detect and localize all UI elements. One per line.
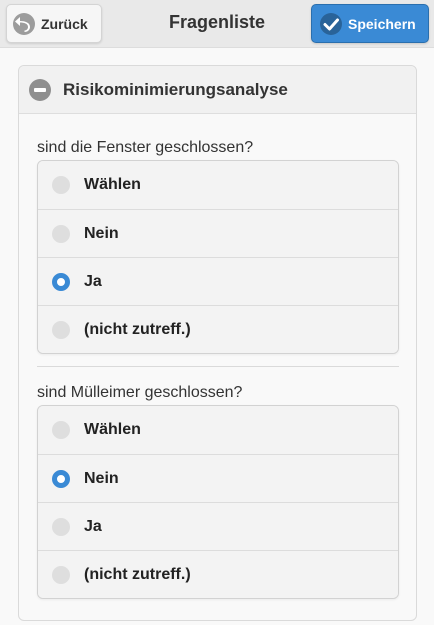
- option-label: Ja: [84, 273, 102, 290]
- radio-button-selected[interactable]: [52, 273, 70, 291]
- option-label: Wählen: [84, 421, 141, 438]
- option-label: (nicht zutreff.): [84, 321, 191, 338]
- minus-circle-icon: [29, 79, 51, 101]
- question-1-text: sind die Fenster geschlossen?: [37, 139, 254, 156]
- radio-button[interactable]: [52, 566, 70, 584]
- option-label: (nicht zutreff.): [84, 566, 191, 583]
- option-label: Ja: [84, 518, 102, 535]
- collapsible-section: Risikominimierungsanalyse sind die Fenst…: [18, 65, 417, 621]
- option-label: Nein: [84, 470, 119, 487]
- question-1-options: Wählen Nein Ja (nicht zutreff.): [37, 160, 399, 354]
- radio-button[interactable]: [52, 518, 70, 536]
- radio-option[interactable]: (nicht zutreff.): [38, 305, 398, 353]
- header-toolbar: Zurück Fragenliste Speichern: [0, 0, 434, 48]
- question-2-options: Wählen Nein Ja (nicht zutreff.): [37, 405, 399, 599]
- radio-option[interactable]: Ja: [38, 502, 398, 550]
- divider: [37, 366, 399, 367]
- option-label: Nein: [84, 225, 119, 242]
- radio-button[interactable]: [52, 176, 70, 194]
- question-2-text: sind Mülleimer geschlossen?: [37, 384, 243, 401]
- check-icon: [320, 13, 342, 35]
- option-label: Wählen: [84, 176, 141, 193]
- radio-option[interactable]: Wählen: [38, 161, 398, 209]
- save-button[interactable]: Speichern: [311, 4, 429, 43]
- radio-button-selected[interactable]: [52, 470, 70, 488]
- radio-button[interactable]: [52, 421, 70, 439]
- radio-button[interactable]: [52, 225, 70, 243]
- radio-option[interactable]: Nein: [38, 454, 398, 502]
- section-header[interactable]: Risikominimierungsanalyse: [19, 66, 416, 114]
- radio-button[interactable]: [52, 321, 70, 339]
- radio-option[interactable]: (nicht zutreff.): [38, 550, 398, 598]
- radio-option[interactable]: Ja: [38, 257, 398, 305]
- radio-option[interactable]: Nein: [38, 209, 398, 257]
- save-button-label: Speichern: [348, 16, 416, 32]
- section-title: Risikominimierungsanalyse: [63, 80, 288, 99]
- radio-option[interactable]: Wählen: [38, 406, 398, 454]
